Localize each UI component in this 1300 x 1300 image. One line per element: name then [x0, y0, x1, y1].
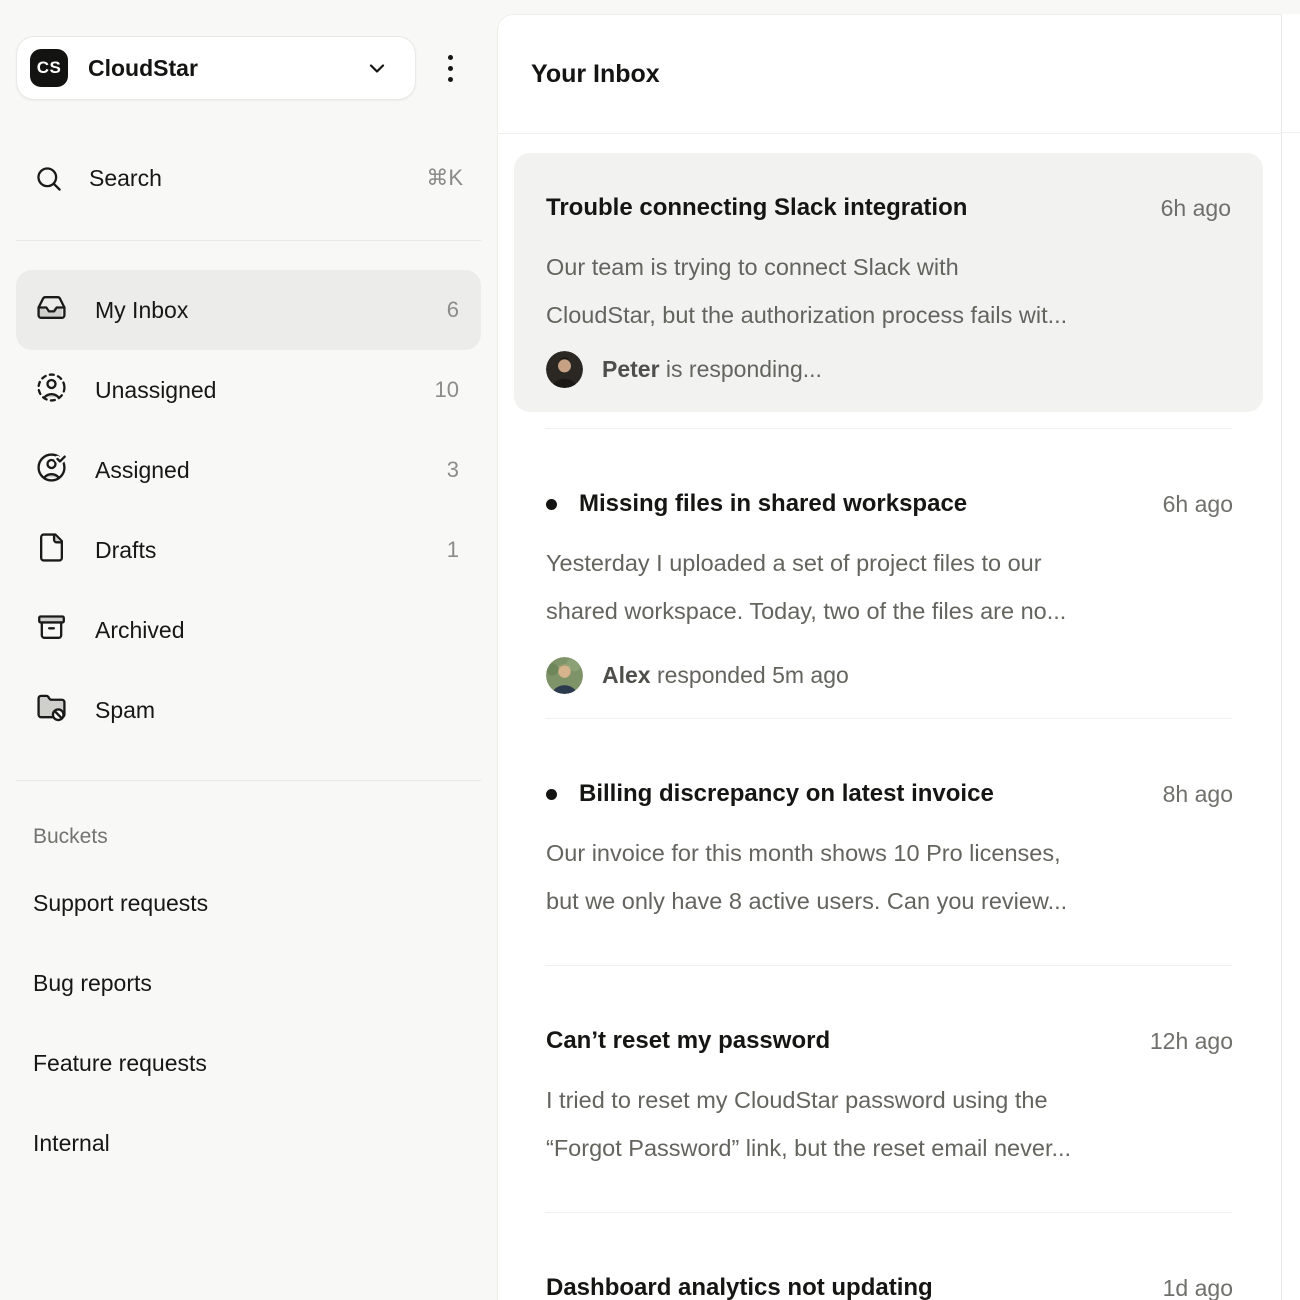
conversation-time: 8h ago [1163, 781, 1233, 808]
conversation-preview: Our invoice for this month shows 10 Pro … [546, 829, 1233, 925]
responder-name: Alex [602, 662, 651, 688]
workspace-row: CS CloudStar [16, 36, 481, 100]
bucket-item-feature-requests[interactable]: Feature requests [16, 1023, 481, 1103]
nav-item-count: 6 [447, 297, 459, 323]
conversation-time: 12h ago [1150, 1028, 1233, 1055]
chevron-down-icon [365, 56, 389, 80]
adjacent-panel-header [1282, 14, 1300, 133]
sidebar-nav: My Inbox 6 Unassigned 10 Assigned 3 Draf… [16, 270, 481, 750]
conversation-list: Trouble connecting Slack integration 6h … [498, 134, 1281, 1300]
user-check-icon [36, 452, 67, 489]
conversation-preview: Our team is trying to connect Slack with… [546, 243, 1231, 339]
workspace-logo: CS [30, 49, 68, 87]
inbox-icon [36, 292, 67, 329]
bucket-item-internal[interactable]: Internal [16, 1103, 481, 1183]
buckets-list: Support requestsBug reportsFeature reque… [16, 863, 481, 1183]
bucket-item-support-requests[interactable]: Support requests [16, 863, 481, 943]
conversation-item[interactable]: Can’t reset my password 12h ago I tried … [498, 966, 1281, 1212]
responder-action: is responding... [660, 356, 822, 382]
nav-item-label: Archived [95, 617, 431, 644]
responder-row: Alex responded 5m ago [546, 657, 1233, 694]
sidebar-item-spam[interactable]: Spam [16, 670, 481, 750]
responder-name: Peter [602, 356, 660, 382]
conversation-title: Can’t reset my password [546, 1026, 1128, 1056]
conversation-time: 6h ago [1161, 195, 1231, 222]
avatar [546, 351, 583, 388]
conversation-item[interactable]: Trouble connecting Slack integration 6h … [498, 153, 1281, 412]
conversation-preview: Yesterday I uploaded a set of project fi… [546, 539, 1233, 635]
nav-item-count: 10 [435, 377, 459, 403]
search-shortcut: ⌘K [426, 165, 463, 191]
unread-dot [546, 499, 557, 510]
unread-dot [546, 789, 557, 800]
conversation-item[interactable]: Billing discrepancy on latest invoice 8h… [498, 719, 1281, 965]
conversation-item[interactable]: Dashboard analytics not updating 1d ago [498, 1213, 1281, 1300]
app-root: CS CloudStar Search ⌘K My Inbox 6 Unassi… [0, 0, 1300, 1300]
responder-action: responded 5m ago [651, 662, 849, 688]
avatar [546, 657, 583, 694]
sidebar: CS CloudStar Search ⌘K My Inbox 6 Unassi… [0, 0, 497, 1300]
nav-item-label: Unassigned [95, 377, 407, 404]
nav-item-label: My Inbox [95, 297, 419, 324]
conversation-item[interactable]: Missing files in shared workspace 6h ago… [498, 429, 1281, 718]
search-button[interactable]: Search ⌘K [16, 146, 481, 210]
sidebar-item-assigned[interactable]: Assigned 3 [16, 430, 481, 510]
inbox-header: Your Inbox [498, 15, 1281, 134]
adjacent-panel-edge [1281, 14, 1300, 1300]
conversation-time: 6h ago [1163, 491, 1233, 518]
file-icon [36, 532, 67, 569]
search-label: Search [89, 165, 162, 192]
conversation-title: Dashboard analytics not updating [546, 1273, 1141, 1300]
kebab-icon [448, 55, 453, 60]
sidebar-divider [16, 240, 481, 241]
conversation-title: Billing discrepancy on latest invoice [579, 779, 1141, 809]
responder-row: Peter is responding... [546, 351, 1231, 388]
buckets-section: Buckets Support requestsBug reportsFeatu… [16, 825, 481, 1183]
nav-item-label: Drafts [95, 537, 419, 564]
user-dashed-icon [36, 372, 67, 409]
workspace-switcher[interactable]: CS CloudStar [16, 36, 416, 100]
workspace-name: CloudStar [88, 55, 345, 82]
conversation-title: Missing files in shared workspace [579, 489, 1141, 519]
conversation-title: Trouble connecting Slack integration [546, 193, 1139, 223]
sidebar-item-my-inbox[interactable]: My Inbox 6 [16, 270, 481, 350]
inbox-panel: Your Inbox Trouble connecting Slack inte… [497, 14, 1281, 1300]
sidebar-item-drafts[interactable]: Drafts 1 [16, 510, 481, 590]
sidebar-item-archived[interactable]: Archived [16, 590, 481, 670]
sidebar-menu-button[interactable] [438, 45, 463, 92]
conversation-preview: I tried to reset my CloudStar password u… [546, 1076, 1233, 1172]
nav-item-label: Spam [95, 697, 431, 724]
folder-block-icon [36, 692, 67, 729]
nav-item-count: 3 [447, 457, 459, 483]
conversation-time: 1d ago [1163, 1275, 1233, 1300]
main-area: Your Inbox Trouble connecting Slack inte… [497, 0, 1300, 1300]
bucket-item-bug-reports[interactable]: Bug reports [16, 943, 481, 1023]
buckets-heading: Buckets [33, 825, 481, 849]
nav-item-count: 1 [447, 537, 459, 563]
page-title: Your Inbox [531, 60, 660, 89]
sidebar-divider [16, 780, 481, 781]
nav-item-label: Assigned [95, 457, 419, 484]
search-icon [34, 164, 63, 193]
sidebar-item-unassigned[interactable]: Unassigned 10 [16, 350, 481, 430]
archive-icon [36, 612, 67, 649]
